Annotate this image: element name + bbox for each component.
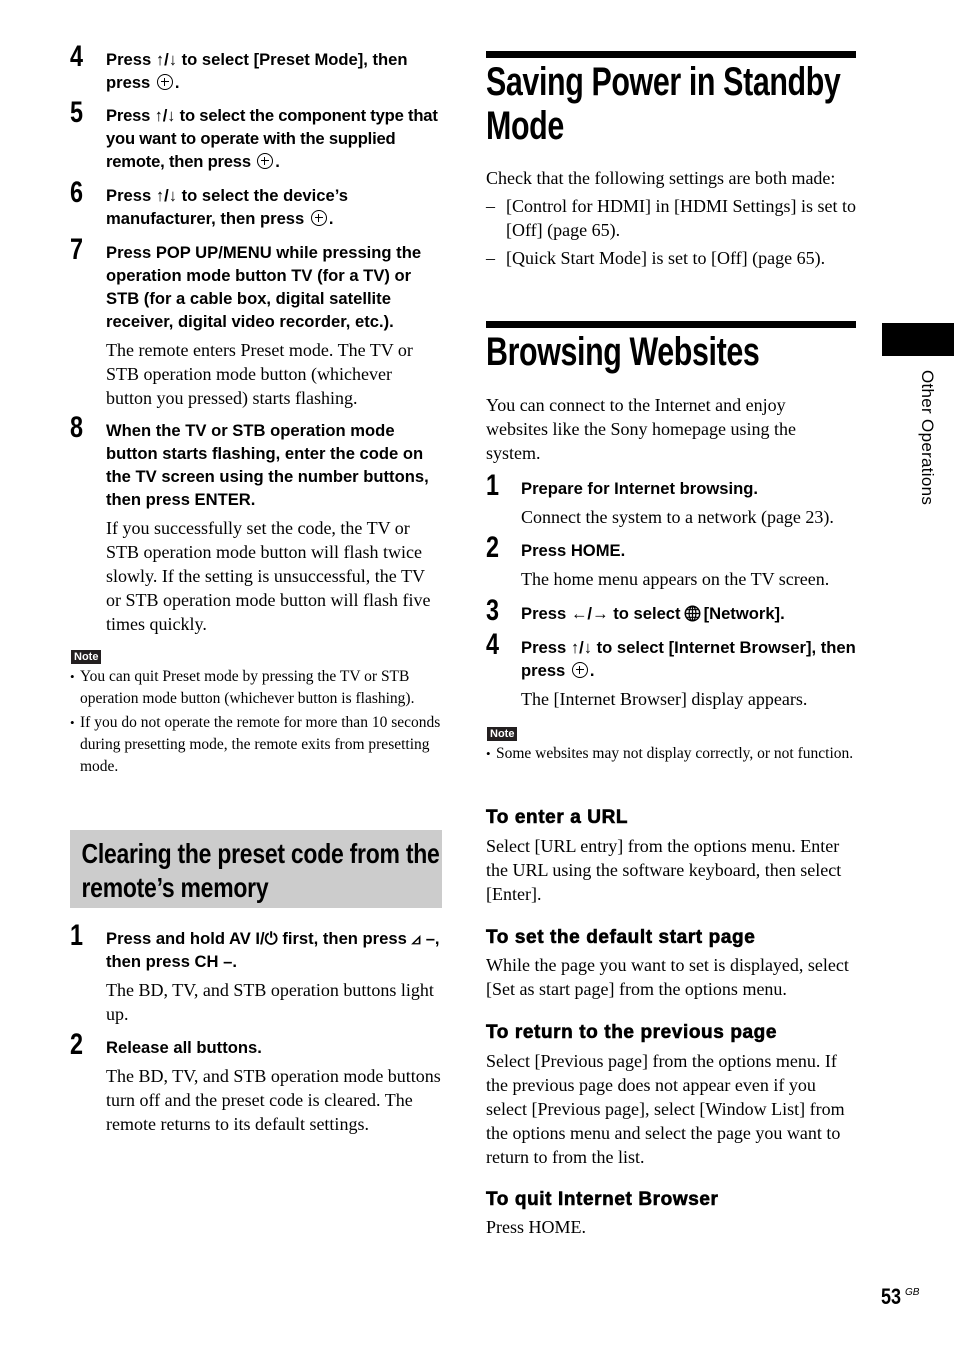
enter-button-icon — [571, 662, 588, 678]
step-title: Press ↑/↓ to select [Preset Mode], then … — [106, 50, 408, 92]
subheading-previous-page: To return to the previous page — [486, 1022, 778, 1044]
step-body: The [Internet Browser] display appears. — [521, 689, 808, 709]
saving-power-title: Saving Power in Standby Mode — [486, 60, 841, 148]
step-8-enter-code: 8 When the TV or STB operation mode butt… — [70, 413, 442, 636]
step-title: Release all buttons. — [106, 1038, 262, 1057]
step-number: 1 — [70, 919, 84, 952]
subsection-body: Select [URL entry] from the options menu… — [486, 836, 842, 904]
section-rule — [486, 51, 856, 58]
subheading-quit-browser: To quit Internet Browser — [486, 1189, 719, 1211]
step-title: Press ↑/↓ to select the component type t… — [106, 106, 438, 171]
step-title: Prepare for Internet browsing. — [521, 479, 758, 498]
step-body: The home menu appears on the TV screen. — [521, 569, 830, 589]
browsing-intro: You can connect to the Internet and enjo… — [486, 395, 796, 463]
enter-button-icon — [156, 74, 173, 90]
page-number-suffix: GB — [905, 1287, 920, 1298]
clear-step-2-release: 2 Release all buttons. The BD, TV, and S… — [70, 1030, 442, 1136]
subheading-enter-url: To enter a URL — [486, 807, 629, 829]
step-4-preset-mode: 4 Press ↑/↓ to select [Preset Mode], the… — [70, 42, 442, 94]
step-5-component-type: 5 Press ↑/↓ to select the component type… — [70, 98, 442, 173]
subsection-body: Press HOME. — [486, 1217, 587, 1237]
note-badge: Note — [487, 727, 518, 741]
page-number: 53 — [881, 1284, 902, 1309]
browse-step-3-network: 3 Press ←/→ to select [Network]. — [486, 596, 856, 626]
enter-button-icon — [257, 153, 274, 169]
step-number: 6 — [70, 176, 84, 209]
step-number: 2 — [486, 531, 500, 564]
saving-power-list: [Control for HDMI] in [HDMI Settings] is… — [486, 194, 858, 274]
step-number: 1 — [486, 469, 500, 502]
note-list: You can quit Preset mode by pressing the… — [70, 666, 442, 780]
note-item: Some websites may not display correctly,… — [486, 743, 856, 765]
saving-power-intro: Check that the following settings are bo… — [486, 168, 836, 188]
step-title: Press HOME. — [521, 541, 626, 560]
step-title: Press and hold AV I/⏻ first, then press … — [106, 929, 440, 971]
note-badge: Note — [71, 650, 102, 664]
network-globe-icon — [684, 605, 701, 622]
step-body: The BD, TV, and STB operation mode butto… — [106, 1066, 441, 1134]
step-number: 7 — [70, 233, 84, 266]
step-number: 5 — [70, 96, 84, 129]
browsing-websites-title: Browsing Websites — [486, 330, 760, 374]
step-number: 3 — [486, 594, 500, 627]
step-body: Connect the system to a network (page 23… — [521, 507, 834, 527]
step-number: 4 — [486, 628, 500, 661]
step-6-manufacturer: 6 Press ↑/↓ to select the device’s manuf… — [70, 178, 442, 230]
step-body: The remote enters Preset mode. The TV or… — [106, 340, 413, 408]
step-number: 2 — [70, 1028, 84, 1061]
browse-step-4-internet-browser: 4 Press ↑/↓ to select [Internet Browser]… — [486, 630, 856, 711]
step-number: 8 — [70, 411, 84, 444]
chapter-tab-label: Other Operations — [918, 370, 937, 506]
chapter-tab-marker — [882, 323, 954, 356]
browse-step-1-prepare: 1 Prepare for Internet browsing. Connect… — [486, 471, 856, 529]
step-title: Press ↑/↓ to select the device’s manufac… — [106, 186, 348, 228]
section-heading: Clearing the preset code from the remote… — [81, 838, 440, 903]
step-title: Press POP UP/MENU while pressing the ope… — [106, 243, 422, 331]
step-title: Press ←/→ to select [Network]. — [521, 604, 785, 623]
enter-button-icon — [310, 210, 327, 226]
browse-step-2-home: 2 Press HOME. The home menu appears on t… — [486, 533, 856, 591]
clearing-section-header: Clearing the preset code from the remote… — [70, 830, 442, 908]
note-item: If you do not operate the remote for mor… — [70, 712, 442, 778]
section-rule — [486, 321, 856, 328]
step-body: If you successfully set the code, the TV… — [106, 518, 431, 634]
subsection-body: Select [Previous page] from the options … — [486, 1051, 845, 1167]
note-item: You can quit Preset mode by pressing the… — [70, 666, 442, 710]
subsection-body: While the page you want to set is displa… — [486, 955, 849, 999]
step-title: Press ↑/↓ to select [Internet Browser], … — [521, 638, 856, 680]
step-body: The BD, TV, and STB operation buttons li… — [106, 980, 434, 1024]
step-title: When the TV or STB operation mode button… — [106, 421, 429, 509]
step-number: 4 — [70, 40, 84, 73]
clear-step-1-press-and-hold: 1 Press and hold AV I/⏻ first, then pres… — [70, 921, 442, 1026]
settings-item: [Control for HDMI] in [HDMI Settings] is… — [486, 194, 858, 242]
note-list: Some websites may not display correctly,… — [486, 743, 856, 767]
settings-item: [Quick Start Mode] is set to [Off] (page… — [486, 246, 858, 270]
subheading-default-start-page: To set the default start page — [486, 927, 756, 949]
step-7-pop-up-menu: 7 Press POP UP/MENU while pressing the o… — [70, 235, 442, 410]
